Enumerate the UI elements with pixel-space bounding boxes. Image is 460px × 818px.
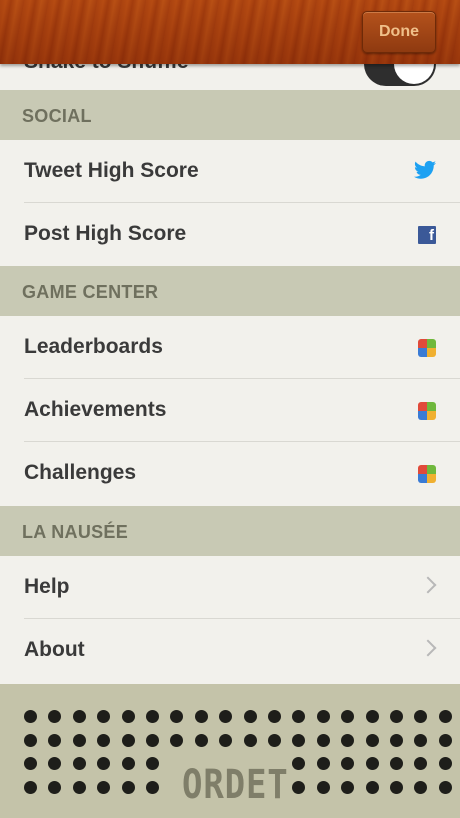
speaker-hole (390, 733, 403, 747)
section-header-social: SOCIAL (0, 90, 460, 140)
speaker-hole (316, 757, 330, 770)
row-label: Challenges (24, 461, 137, 484)
speaker-hole (219, 733, 233, 747)
footer-speaker-grille: ORDET (0, 684, 460, 818)
facebook-icon: f (418, 226, 436, 244)
speaker-hole (24, 780, 37, 794)
speaker-hole (194, 710, 208, 723)
speaker-hole (438, 757, 452, 770)
speaker-hole (146, 710, 159, 723)
section-title: SOCIAL (22, 106, 92, 126)
speaker-hole (48, 780, 62, 794)
speaker-hole (268, 733, 281, 747)
speaker-hole (72, 780, 86, 794)
speaker-hole (414, 757, 428, 770)
about-row[interactable]: About (0, 619, 460, 682)
speaker-hole (390, 710, 403, 723)
speaker-hole (438, 710, 452, 723)
toggle-knob (394, 64, 434, 84)
row-label: Tweet High Score (24, 159, 199, 182)
post-high-score-row[interactable]: Post High Score f (0, 203, 460, 266)
speaker-hole (316, 780, 330, 794)
twitter-icon (414, 160, 436, 179)
speaker-hole (146, 733, 159, 747)
game-center-icon (418, 402, 436, 420)
row-label: Achievements (24, 398, 167, 421)
speaker-hole (316, 733, 330, 747)
row-label: Leaderboards (24, 335, 163, 358)
speaker-hole (341, 757, 355, 770)
speaker-hole (219, 710, 233, 723)
speaker-hole (365, 710, 379, 723)
speaker-hole (121, 733, 135, 747)
game-center-icon (418, 465, 436, 483)
speaker-hole (292, 780, 306, 794)
speaker-hole (365, 780, 379, 794)
speaker-hole (170, 710, 184, 723)
section-header-la-nausee: LA NAUSÉE (0, 506, 460, 556)
tweet-high-score-row[interactable]: Tweet High Score (0, 140, 460, 203)
speaker-hole (414, 710, 428, 723)
section-title: GAME CENTER (22, 282, 159, 302)
speaker-hole (341, 780, 355, 794)
speaker-hole (365, 733, 379, 747)
section-header-game-center: GAME CENTER (0, 266, 460, 316)
speaker-hole (72, 757, 86, 770)
top-bar: Done (0, 0, 460, 64)
row-label: Post High Score (24, 222, 187, 245)
speaker-hole (243, 710, 257, 723)
speaker-hole (97, 780, 111, 794)
speaker-hole (390, 757, 403, 770)
challenges-row[interactable]: Challenges (0, 442, 460, 505)
shake-to-shuffle-label: Shake to Shuffle (24, 64, 189, 74)
speaker-hole (194, 733, 208, 747)
speaker-hole (268, 710, 281, 723)
speaker-hole (341, 710, 355, 723)
achievements-row[interactable]: Achievements (0, 379, 460, 442)
speaker-hole (24, 757, 37, 770)
speaker-hole (316, 710, 330, 723)
speaker-hole (292, 757, 306, 770)
row-label: About (24, 638, 85, 661)
speaker-hole (365, 757, 379, 770)
speaker-hole (292, 710, 306, 723)
speaker-hole (390, 780, 403, 794)
chevron-right-icon (419, 576, 437, 594)
speaker-hole (24, 733, 37, 747)
speaker-hole (146, 780, 159, 794)
speaker-hole (414, 733, 428, 747)
speaker-hole (121, 710, 135, 723)
row-label: Help (24, 575, 70, 598)
speaker-hole (438, 733, 452, 747)
shake-to-shuffle-row[interactable]: Shake to Shuffle (0, 64, 460, 90)
ordet-logo: ORDET (182, 762, 289, 808)
leaderboards-row[interactable]: Leaderboards (0, 316, 460, 379)
game-center-icon (418, 339, 436, 357)
speaker-hole (121, 757, 135, 770)
shake-to-shuffle-toggle[interactable] (364, 64, 436, 86)
speaker-hole (48, 757, 62, 770)
speaker-hole (243, 733, 257, 747)
help-row[interactable]: Help (0, 556, 460, 619)
speaker-hole (24, 710, 37, 723)
speaker-hole (72, 733, 86, 747)
section-title: LA NAUSÉE (22, 522, 129, 542)
chevron-right-icon (419, 639, 437, 657)
speaker-hole (414, 780, 428, 794)
speaker-hole (97, 757, 111, 770)
speaker-hole (146, 757, 159, 770)
speaker-hole (438, 780, 452, 794)
speaker-hole (48, 710, 62, 723)
speaker-hole (97, 710, 111, 723)
speaker-hole (341, 733, 355, 747)
speaker-hole (97, 733, 111, 747)
speaker-hole (72, 710, 86, 723)
speaker-hole (292, 733, 306, 747)
speaker-hole (170, 733, 184, 747)
speaker-hole (121, 780, 135, 794)
done-button[interactable]: Done (362, 11, 436, 53)
speaker-hole (48, 733, 62, 747)
